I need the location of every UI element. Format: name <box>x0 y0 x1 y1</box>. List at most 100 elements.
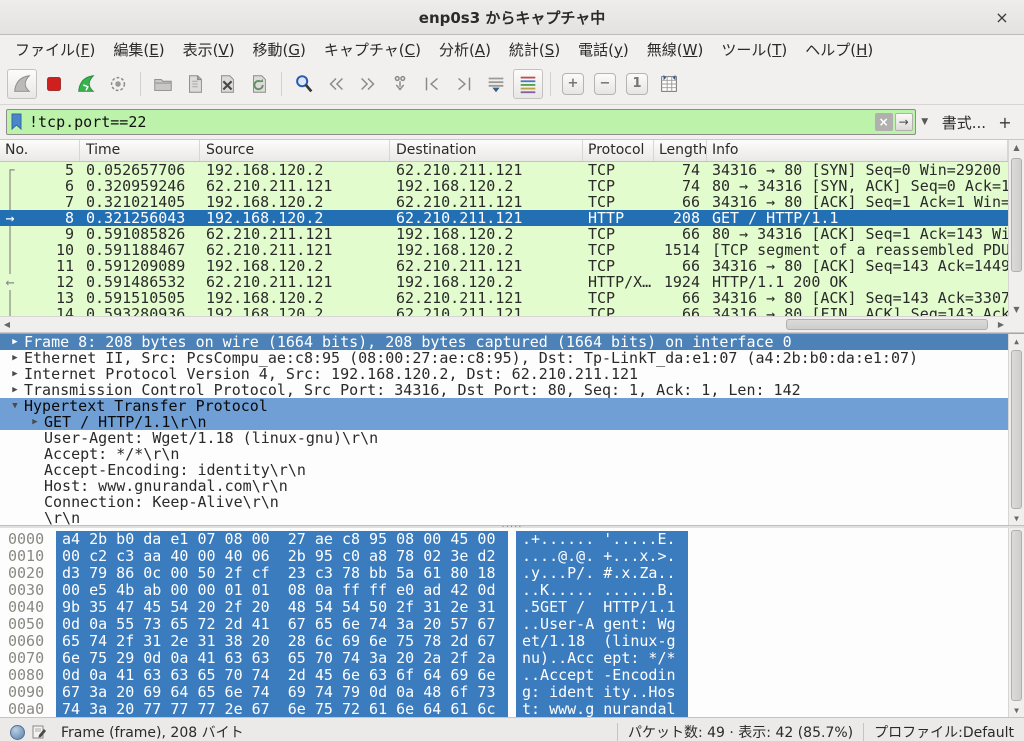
detail-line-10[interactable]: Connection: Keep-Alive\r\n <box>0 494 1008 510</box>
menu-a[interactable]: 分析(A) <box>430 36 500 63</box>
auto-scroll-icon[interactable] <box>481 69 511 99</box>
scroll-left-arrow[interactable]: ◀ <box>0 317 14 332</box>
packet-row-6[interactable]: │60.32095924662.210.211.121192.168.120.2… <box>0 178 1008 194</box>
scroll-up-arrow[interactable]: ▲ <box>1009 140 1024 154</box>
detail-line-5[interactable]: ▶GET / HTTP/1.1\r\n <box>0 414 1008 430</box>
go-first-icon[interactable] <box>417 69 447 99</box>
zoom-original-icon[interactable]: 1 <box>622 69 652 99</box>
menu-s[interactable]: 統計(S) <box>500 36 569 63</box>
filter-history-dropdown[interactable]: ▼ <box>918 117 932 127</box>
colorize-icon[interactable] <box>513 69 543 99</box>
menu-t[interactable]: ツール(T) <box>712 36 796 63</box>
collapsed-arrow-icon[interactable]: ▶ <box>6 334 24 350</box>
scrollbar-thumb[interactable] <box>786 319 988 330</box>
collapsed-arrow-icon[interactable]: ▶ <box>6 382 24 398</box>
scroll-right-arrow[interactable]: ▶ <box>994 317 1008 332</box>
capture-options-icon[interactable] <box>103 69 133 99</box>
reload-icon[interactable] <box>244 69 274 99</box>
go-back-icon[interactable] <box>321 69 351 99</box>
detail-line-0[interactable]: ▶Frame 8: 208 bytes on wire (1664 bits),… <box>0 334 1008 350</box>
restart-capture-icon[interactable] <box>71 69 101 99</box>
detail-line-8[interactable]: Accept-Encoding: identity\r\n <box>0 462 1008 478</box>
scroll-down-arrow[interactable]: ▼ <box>1009 511 1024 525</box>
packet-row-12[interactable]: ←120.59148653262.210.211.121192.168.120.… <box>0 274 1008 290</box>
close-window-button[interactable]: × <box>992 7 1012 27</box>
collapsed-arrow-icon[interactable]: ▶ <box>6 366 24 382</box>
hex-row-0010[interactable]: 001000 c2 c3 aa 40 00 40 06 2b 95 c0 a8 … <box>0 548 1024 565</box>
details-vertical-scrollbar[interactable]: ▲ ▼ <box>1008 334 1024 525</box>
detail-line-9[interactable]: Host: www.gnurandal.com\r\n <box>0 478 1008 494</box>
hex-row-0080[interactable]: 00800d 0a 41 63 63 65 70 74 2d 45 6e 63 … <box>0 667 1024 684</box>
menu-h[interactable]: ヘルプ(H) <box>796 36 882 63</box>
filter-apply-button[interactable]: → <box>895 113 913 131</box>
menu-e[interactable]: 編集(E) <box>104 36 173 63</box>
stop-capture-icon[interactable] <box>39 69 69 99</box>
display-filter-input[interactable]: !tcp.port==22 × → <box>6 109 916 135</box>
menu-y[interactable]: 電話(y) <box>569 36 638 63</box>
menu-g[interactable]: 移動(G) <box>244 36 315 63</box>
filter-add-button[interactable]: + <box>994 113 1016 132</box>
close-file-icon[interactable] <box>212 69 242 99</box>
scroll-down-arrow[interactable]: ▼ <box>1009 703 1024 717</box>
bytes-vertical-scrollbar[interactable]: ▼ <box>1008 528 1024 717</box>
detail-line-3[interactable]: ▶Transmission Control Protocol, Src Port… <box>0 382 1008 398</box>
column-header-info[interactable]: Info <box>707 140 1008 161</box>
hex-row-0070[interactable]: 00706e 75 29 0d 0a 41 63 63 65 70 74 3a … <box>0 650 1024 667</box>
column-header-source[interactable]: Source <box>200 140 390 161</box>
expert-info-icon[interactable] <box>10 725 25 740</box>
go-to-packet-icon[interactable] <box>385 69 415 99</box>
hex-row-0090[interactable]: 009067 3a 20 69 64 65 6e 74 69 74 79 0d … <box>0 684 1024 701</box>
resize-columns-icon[interactable] <box>654 69 684 99</box>
packet-list-horizontal-scrollbar[interactable]: ◀ ▶ <box>0 316 1008 332</box>
hex-row-00a0[interactable]: 00a074 3a 20 77 77 77 2e 67 6e 75 72 61 … <box>0 701 1024 717</box>
scroll-down-arrow[interactable]: ▼ <box>1009 302 1024 316</box>
packet-row-13[interactable]: │130.591510505192.168.120.262.210.211.12… <box>0 290 1008 306</box>
detail-line-1[interactable]: ▶Ethernet II, Src: PcsCompu_ae:c8:95 (08… <box>0 350 1008 366</box>
hex-row-0020[interactable]: 0020d3 79 86 0c 00 50 2f cf 23 c3 78 bb … <box>0 565 1024 582</box>
packet-row-10[interactable]: │100.59118846762.210.211.121192.168.120.… <box>0 242 1008 258</box>
collapsed-arrow-icon[interactable]: ▶ <box>26 414 44 430</box>
filter-expression-text[interactable]: !tcp.port==22 <box>29 113 873 131</box>
filter-clear-button[interactable]: × <box>875 113 893 131</box>
column-header-destination[interactable]: Destination <box>390 140 583 161</box>
open-file-icon[interactable] <box>148 69 178 99</box>
hex-row-0000[interactable]: 0000a4 2b b0 da e1 07 08 00 27 ae c8 95 … <box>0 531 1024 548</box>
save-file-icon[interactable] <box>180 69 210 99</box>
detail-line-7[interactable]: Accept: */*\r\n <box>0 446 1008 462</box>
capture-comment-icon[interactable] <box>31 724 47 740</box>
scroll-up-arrow[interactable]: ▲ <box>1009 334 1024 348</box>
scrollbar-thumb[interactable] <box>1011 350 1022 509</box>
packet-list-vertical-scrollbar[interactable]: ▲ ▼ <box>1008 140 1024 316</box>
find-packet-icon[interactable] <box>289 69 319 99</box>
hex-row-0050[interactable]: 00500d 0a 55 73 65 72 2d 41 67 65 6e 74 … <box>0 616 1024 633</box>
go-forward-icon[interactable] <box>353 69 383 99</box>
bookmark-icon[interactable] <box>9 113 25 131</box>
hex-row-0030[interactable]: 003000 e5 4b ab 00 00 01 01 08 0a ff ff … <box>0 582 1024 599</box>
detail-line-2[interactable]: ▶Internet Protocol Version 4, Src: 192.1… <box>0 366 1008 382</box>
packet-row-9[interactable]: │90.59108582662.210.211.121192.168.120.2… <box>0 226 1008 242</box>
menu-c[interactable]: キャプチャ(C) <box>315 36 430 63</box>
expanded-arrow-icon[interactable]: ▼ <box>6 398 24 414</box>
detail-line-6[interactable]: User-Agent: Wget/1.18 (linux-gnu)\r\n <box>0 430 1008 446</box>
scrollbar-thumb[interactable] <box>1011 530 1022 701</box>
go-last-icon[interactable] <box>449 69 479 99</box>
column-header-protocol[interactable]: Protocol <box>583 140 654 161</box>
column-header-time[interactable]: Time <box>80 140 200 161</box>
menu-w[interactable]: 無線(W) <box>638 36 713 63</box>
column-header-no[interactable]: No. <box>0 140 80 161</box>
packet-row-8[interactable]: →80.321256043192.168.120.262.210.211.121… <box>0 210 1008 226</box>
start-capture-icon[interactable] <box>7 69 37 99</box>
detail-line-4[interactable]: ▼Hypertext Transfer Protocol <box>0 398 1008 414</box>
menu-v[interactable]: 表示(V) <box>174 36 244 63</box>
zoom-out-icon[interactable]: − <box>590 69 620 99</box>
scrollbar-thumb[interactable] <box>1011 158 1022 272</box>
hex-row-0040[interactable]: 00409b 35 47 45 54 20 2f 20 48 54 54 50 … <box>0 599 1024 616</box>
zoom-in-icon[interactable]: + <box>558 69 588 99</box>
status-profile[interactable]: プロファイル:Default <box>874 722 1014 741</box>
packet-row-5[interactable]: ┌50.052657706192.168.120.262.210.211.121… <box>0 162 1008 178</box>
filter-expression-button[interactable]: 書式... <box>942 112 986 133</box>
collapsed-arrow-icon[interactable]: ▶ <box>6 350 24 366</box>
hex-row-0060[interactable]: 006065 74 2f 31 2e 31 38 20 28 6c 69 6e … <box>0 633 1024 650</box>
column-header-length[interactable]: Length <box>654 140 707 161</box>
menu-f[interactable]: ファイル(F) <box>6 36 104 63</box>
